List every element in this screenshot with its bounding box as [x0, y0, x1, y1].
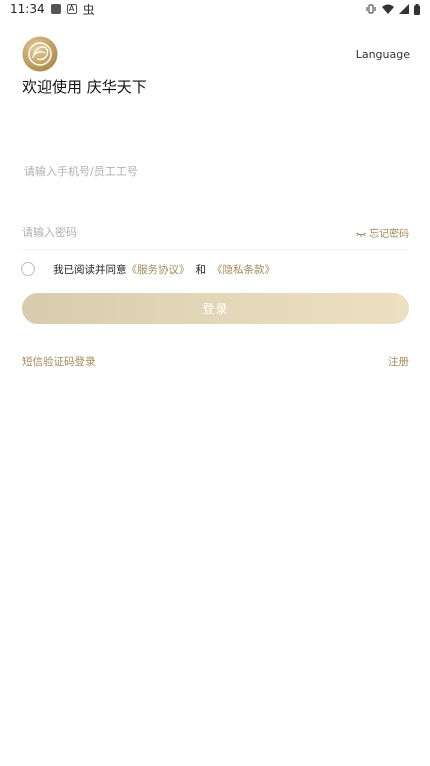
square-app-icon — [50, 4, 61, 14]
a-app-icon: A — [66, 4, 77, 14]
eye-closed-icon[interactable] — [356, 230, 366, 237]
forgot-password-label[interactable]: 忘记密码 — [369, 225, 409, 240]
bug-icon: 虫 — [82, 2, 95, 17]
forgot-password-link[interactable]: 忘记密码 — [356, 225, 409, 240]
service-agreement-link[interactable]: 《服务协议》 — [127, 262, 190, 277]
signal-icon — [399, 4, 409, 14]
status-bar: 11:34 A 虫 — [0, 0, 430, 18]
password-divider — [22, 249, 409, 250]
qinghua-logo-icon — [22, 36, 58, 72]
register-link[interactable]: 注册 — [388, 354, 409, 369]
welcome-title: 欢迎使用 庆华天下 — [22, 78, 147, 96]
status-time: 11:34 — [10, 2, 45, 16]
status-left: 11:34 A 虫 — [10, 1, 95, 18]
privacy-policy-link[interactable]: 《隐私条款》 — [212, 262, 275, 277]
language-button[interactable]: Language — [356, 48, 410, 61]
login-button[interactable]: 登录 — [22, 293, 409, 324]
agreement-row: 我已阅读并同意 《服务协议》 和 《隐私条款》 — [21, 260, 275, 278]
sms-login-link[interactable]: 短信验证码登录 — [22, 354, 96, 369]
agreement-and: 和 — [195, 263, 207, 276]
phone-input[interactable] — [24, 162, 404, 180]
vibrate-icon — [365, 4, 377, 14]
wifi-icon — [382, 4, 394, 14]
status-right — [365, 3, 420, 15]
agreement-prefix: 我已阅读并同意 — [53, 263, 127, 276]
password-input[interactable] — [22, 223, 322, 241]
agreement-checkbox[interactable] — [21, 262, 35, 276]
battery-icon — [414, 3, 420, 15]
